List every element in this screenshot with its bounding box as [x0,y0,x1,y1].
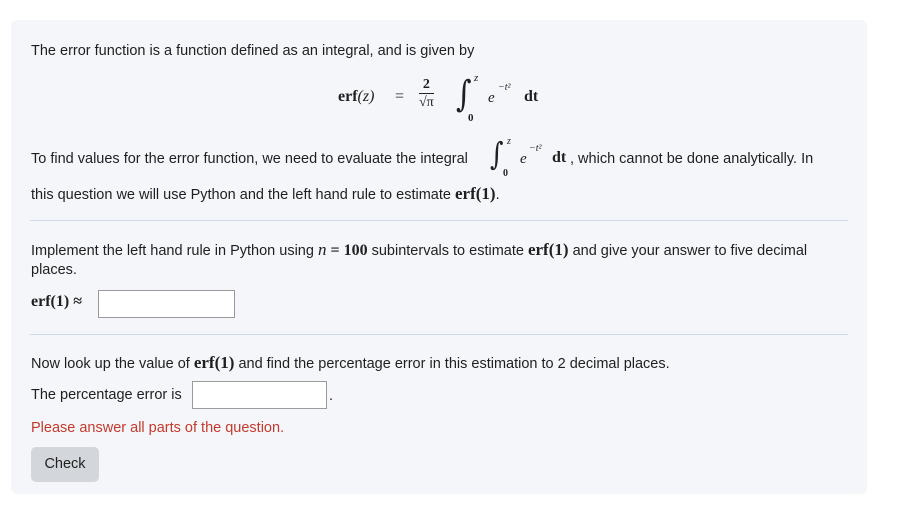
n-value: = 100 [326,242,368,259]
integrand-exponent: −t² [498,82,511,93]
integral-lower-limit: 0 [468,112,474,124]
inline-erf1: erf(1) [454,184,496,203]
para2-line1-prefix: To find values for the error function, w… [31,151,468,167]
inline-upper-limit: z [507,136,511,147]
divider-2 [30,334,848,335]
erf-formula: erf(z) = 2 √π ∫ z 0 e −t² dt [338,72,548,124]
integrand-base: e [488,90,495,106]
inline-integral: ∫ z 0 e −t² dt [490,136,567,179]
fraction-denominator: √π [419,95,434,110]
intro-text: The error function is a function defined… [31,43,475,59]
warning-message: Please answer all parts of the question. [31,420,285,436]
para2-line1-suffix: , which cannot be done analytically. In [570,151,814,167]
check-button[interactable]: Check [31,447,99,482]
inline-differential: dt [552,149,567,166]
percent-error-label: The percentage error is [31,387,182,403]
differential: dt [524,88,539,105]
percent-error-period: . [329,388,334,404]
integral-sign: ∫ [456,73,472,116]
percent-error-input[interactable] [192,381,327,409]
para2-line2: this question we will use Python and the… [31,184,500,203]
part1-line2: places. [31,262,77,278]
formula-equals: = [395,88,405,105]
part2-text: Now look up the value of erf(1) and find… [31,353,670,372]
erf-answer-input[interactable] [98,290,235,318]
formula-fraction: 2 √π [419,76,434,112]
integral-upper-limit: z [474,72,479,84]
erf-answer-label: erf(1) ≈ [31,293,82,310]
formula-lhs: erf(z) [338,88,375,105]
inline-lower-limit: 0 [503,168,508,179]
part1-line1: Implement the left hand rule in Python u… [31,240,808,259]
part1-erf1: erf(1) [527,240,569,259]
inline-integrand-exponent: −t² [529,143,542,154]
part2-erf1: erf(1) [193,353,235,372]
fraction-numerator: 2 [419,76,434,94]
divider-1 [30,220,848,221]
inline-integrand-base: e [520,151,527,167]
